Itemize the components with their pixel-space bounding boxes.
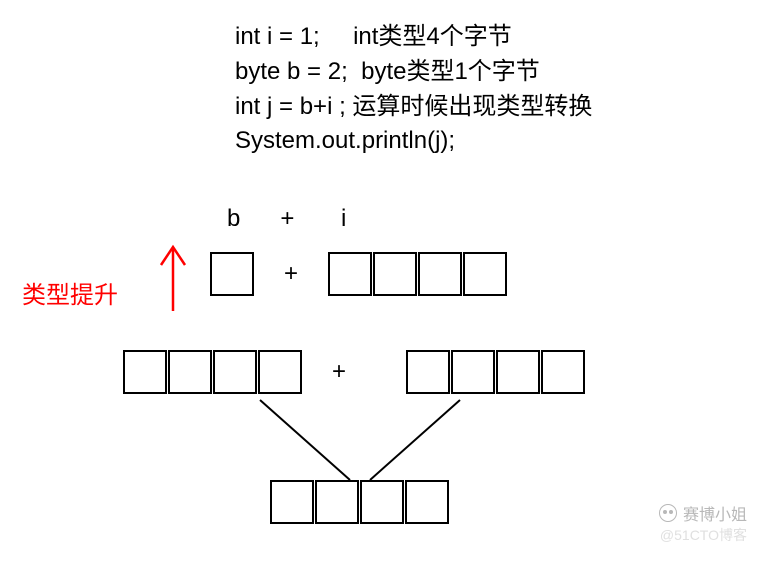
watermark-author: 赛博小姐 <box>659 501 747 525</box>
promoted-box <box>123 350 167 394</box>
result-box <box>270 480 314 524</box>
plus-sign-row2: + <box>322 358 356 386</box>
arrow-up-icon <box>155 243 191 313</box>
code-3-right: 运算时候出现类型转换 <box>352 93 592 120</box>
code-line-4: System.out.println(j); <box>235 124 592 159</box>
promoted-box <box>168 350 212 394</box>
code-2-left: byte b = 2; <box>235 58 348 85</box>
code-3-left: int j = b+i ; <box>235 93 346 120</box>
code-line-3: int j = b+i ; 运算时候出现类型转换 <box>235 90 592 125</box>
promoted-box <box>258 350 302 394</box>
int-box <box>418 252 462 296</box>
row-result <box>270 480 449 524</box>
int-box <box>496 350 540 394</box>
int-box <box>373 252 417 296</box>
promoted-box <box>213 350 257 394</box>
type-promotion-label: 类型提升 <box>22 275 118 310</box>
row-promoted-addition: + <box>123 350 585 394</box>
int-box <box>463 252 507 296</box>
byte-box <box>210 252 254 296</box>
expression-labels: b + i <box>227 205 346 233</box>
watermark-name: 赛博小姐 <box>683 501 747 525</box>
code-1-right: int类型4个字节 <box>353 23 512 50</box>
code-1-left: int i = 1; <box>235 23 320 50</box>
wechat-icon <box>659 504 677 522</box>
code-line-1: int i = 1; int类型4个字节 <box>235 20 592 55</box>
code-line-2: byte b = 2; byte类型1个字节 <box>235 55 592 90</box>
int-box <box>328 252 372 296</box>
int-box <box>406 350 450 394</box>
watermark-source: @51CTO博客 <box>660 525 747 545</box>
int-box <box>451 350 495 394</box>
plus-sign-row1: + <box>274 260 308 288</box>
code-2-right: byte类型1个字节 <box>361 58 540 85</box>
code-block: int i = 1; int类型4个字节 byte b = 2; byte类型1… <box>235 20 592 159</box>
row-byte-plus-int: + <box>210 252 507 296</box>
result-box <box>405 480 449 524</box>
int-box <box>541 350 585 394</box>
result-box <box>315 480 359 524</box>
result-box <box>360 480 404 524</box>
